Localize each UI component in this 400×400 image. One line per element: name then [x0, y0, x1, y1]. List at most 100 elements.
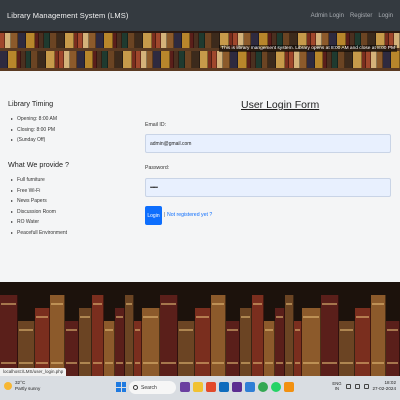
password-field[interactable]: •••••• [145, 178, 391, 197]
spine-band [302, 362, 319, 364]
spine-band [265, 329, 274, 331]
main-content: Library Timing Opening: 8:00 AM Closing:… [0, 71, 400, 282]
book-spine [264, 321, 276, 376]
bullet-icon [11, 179, 13, 182]
spine-band [276, 362, 284, 364]
spine-band [356, 316, 370, 318]
spine-band [356, 362, 370, 364]
book-spine [84, 51, 94, 68]
book-spine [7, 51, 17, 68]
sun-icon [4, 382, 12, 390]
book-spine [56, 33, 65, 48]
weather-desc: Partly sunny [15, 386, 41, 391]
nav-register-link[interactable]: Register [350, 13, 372, 19]
spine-band [35, 362, 49, 364]
spine-band [1, 303, 16, 305]
book-spine [134, 33, 143, 48]
email-label: Email ID: [145, 122, 167, 128]
book-spine [160, 295, 179, 376]
book-spine [306, 51, 315, 68]
separator: | [164, 212, 166, 218]
spine-band [51, 362, 64, 364]
book-spine [299, 51, 307, 68]
file-explorer-icon[interactable] [193, 382, 203, 392]
weather-widget[interactable]: 32°C Partly sunny [4, 380, 40, 392]
book-spine [141, 308, 161, 376]
not-registered-link[interactable]: Not registered yet ? [167, 212, 212, 218]
login-button[interactable]: Login [145, 206, 162, 225]
whatsapp-icon[interactable] [271, 382, 281, 392]
bullet-icon [11, 231, 13, 234]
spine-band [80, 316, 91, 318]
book-spine [223, 51, 231, 68]
spine-band [253, 362, 263, 364]
book-spine [276, 51, 286, 68]
spine-band [286, 362, 293, 364]
book-spine [92, 295, 104, 376]
spine-band [115, 362, 123, 364]
spine-band [51, 303, 64, 305]
top-banner-image: This is library mangement system. Librar… [0, 31, 400, 71]
book-spine [142, 33, 152, 48]
list-item: RO Water [11, 217, 67, 228]
clock[interactable]: 18:02 27-02-2024 [373, 380, 397, 392]
list-item: Discussion Room [11, 207, 67, 218]
book-spine [205, 33, 213, 48]
vscode-icon[interactable] [245, 382, 255, 392]
book-spine [195, 308, 211, 376]
spine-band [134, 329, 140, 331]
list-item: Peacefull Environment [11, 228, 67, 239]
spine-band [1, 362, 16, 364]
task-view-icon[interactable] [180, 382, 190, 392]
nav-admin-login-link[interactable]: Admin Login [311, 13, 344, 19]
book-spine [65, 321, 80, 376]
list-item: Closing: 8:00 PM [11, 125, 57, 136]
nav-login-link[interactable]: Login [378, 13, 393, 19]
what-we-provide-heading: What We provide ? [8, 160, 69, 169]
battery-icon[interactable] [363, 383, 369, 389]
spine-band [387, 329, 398, 331]
wifi-icon[interactable] [345, 383, 351, 389]
xampp-icon[interactable] [284, 382, 294, 392]
timing-list: Opening: 8:00 AM Closing: 8:00 PM (Sunda… [11, 114, 57, 146]
brand-title[interactable]: Library Management System (LMS) [7, 11, 128, 20]
spine-band [372, 303, 385, 305]
book-spine [252, 295, 265, 376]
book-spine [34, 308, 51, 376]
book-spine [301, 308, 321, 376]
book-spine [181, 33, 191, 48]
spine-band [179, 329, 194, 331]
email-field[interactable] [145, 134, 391, 153]
book-spine [386, 321, 400, 376]
book-spine [76, 51, 85, 68]
app-icon[interactable] [206, 382, 216, 392]
spine-band [80, 362, 91, 364]
windows-start-icon[interactable] [116, 382, 126, 392]
spine-band [35, 316, 49, 318]
list-item: News Papers [11, 196, 67, 207]
spine-band [66, 362, 78, 364]
spine-band [142, 362, 159, 364]
book-spine [17, 33, 26, 48]
book-spine [10, 33, 18, 48]
book-spine [103, 33, 113, 48]
book-spine [108, 51, 116, 68]
book-spine [184, 51, 192, 68]
chrome-icon[interactable] [258, 382, 268, 392]
bookshelf-row [0, 51, 400, 68]
volume-icon[interactable] [354, 383, 360, 389]
book-spine [161, 51, 171, 68]
book-spine [239, 308, 253, 376]
spine-band [302, 316, 319, 318]
spine-band [142, 316, 159, 318]
edge-icon[interactable] [219, 382, 229, 392]
visual-studio-icon[interactable] [232, 382, 242, 392]
book-spine [391, 51, 400, 68]
language-indicator[interactable]: ENG IN [332, 381, 341, 391]
spine-band [286, 303, 293, 305]
spine-band [240, 362, 251, 364]
taskbar-search[interactable]: Search [129, 381, 176, 394]
list-item: Full furniture [11, 175, 67, 186]
book-spine [285, 295, 295, 376]
spine-band [93, 303, 102, 305]
